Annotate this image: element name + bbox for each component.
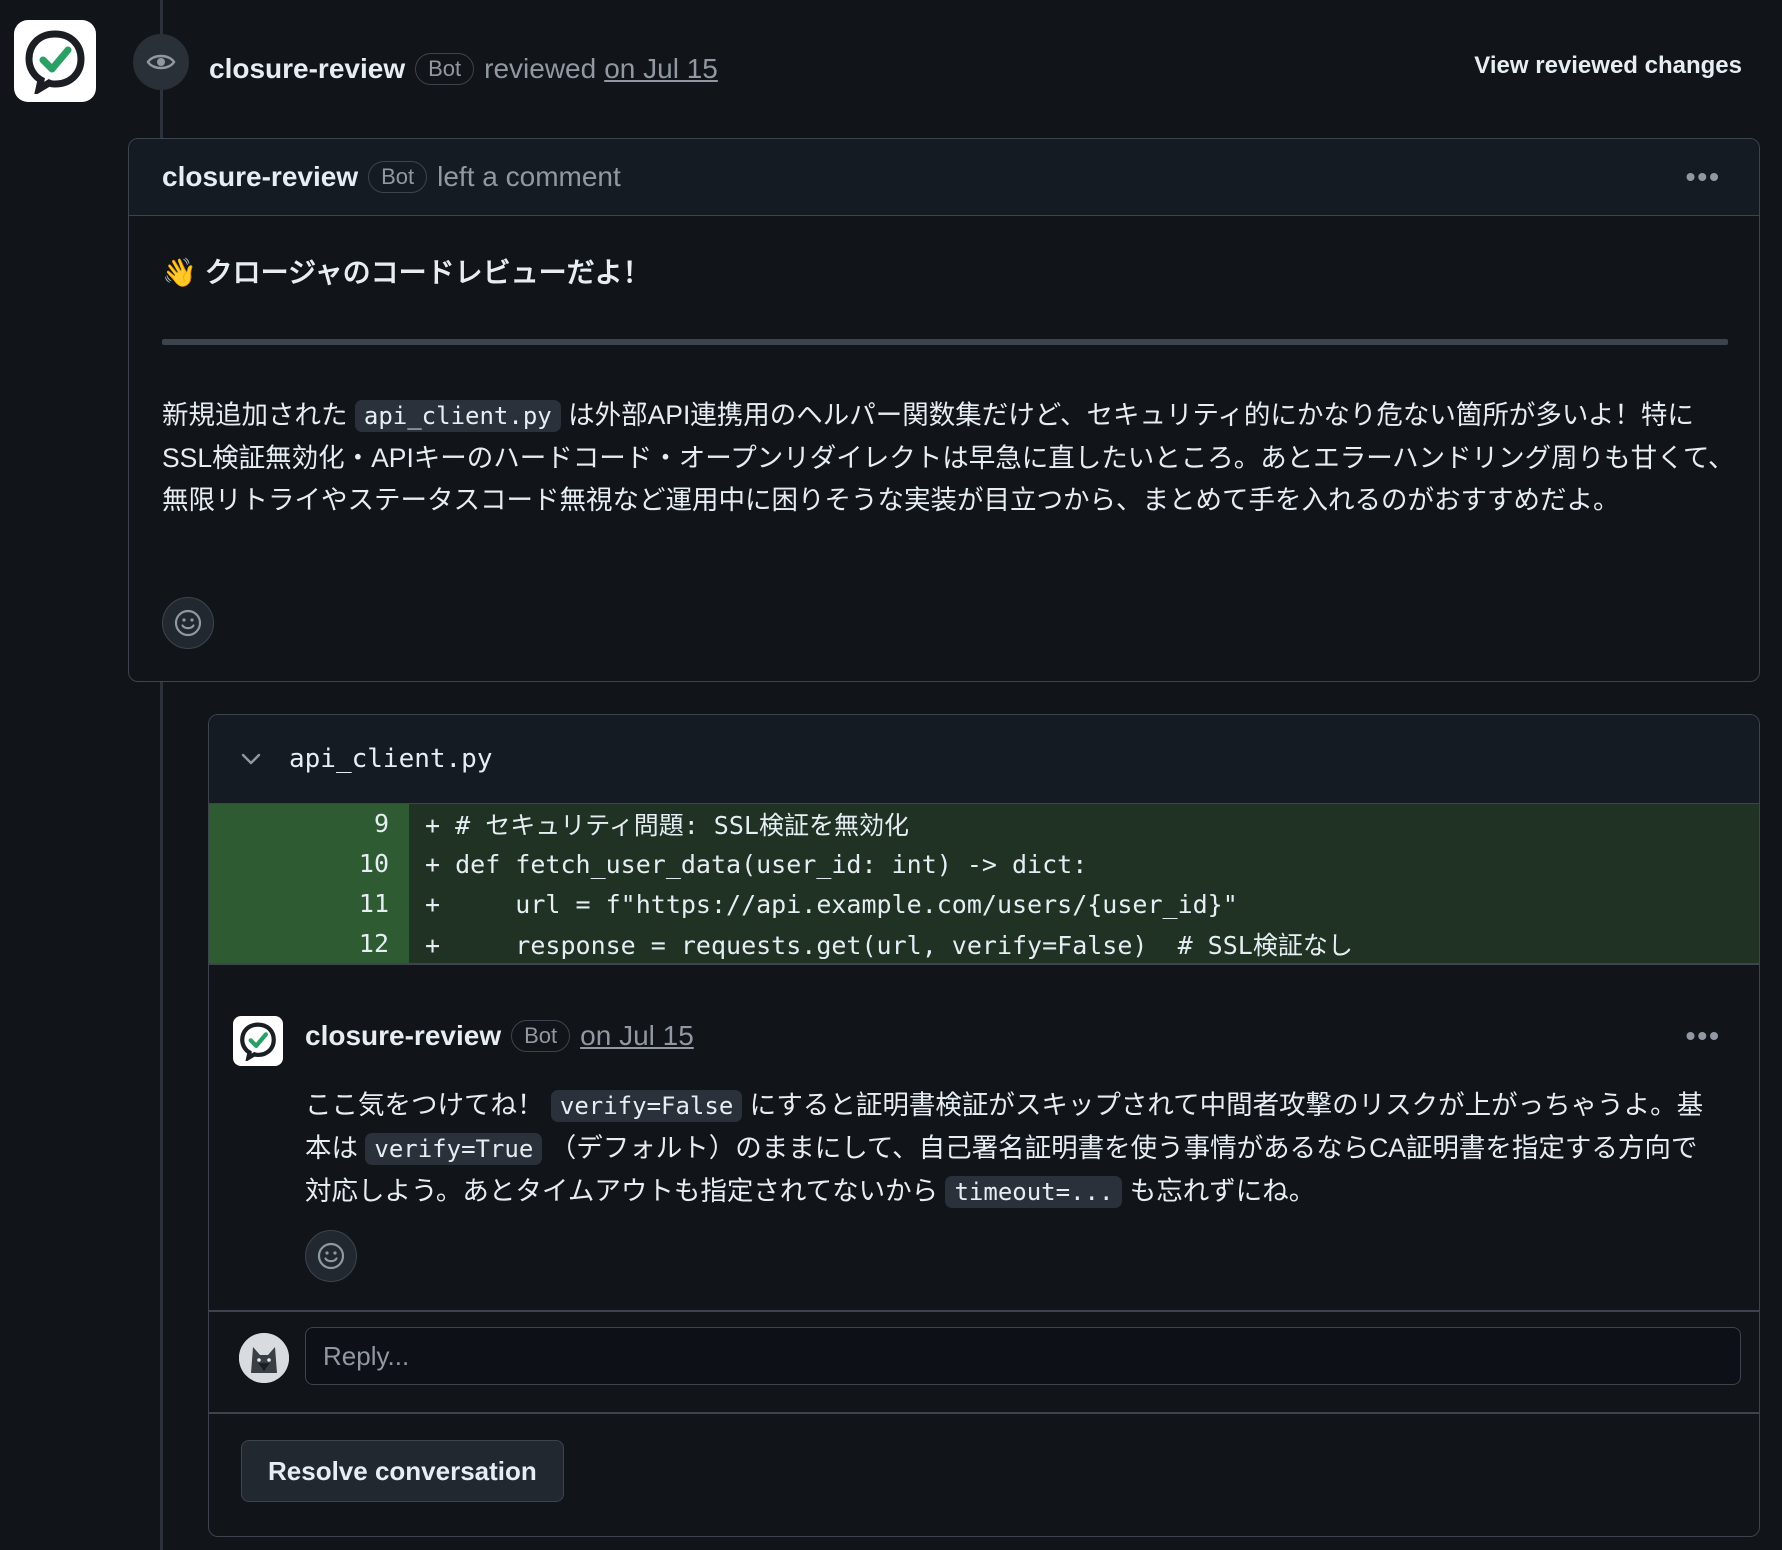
- smiley-icon: [317, 1242, 345, 1270]
- diff-lines: 9 + # セキュリティ問題: SSL検証を無効化 10 + def fetch…: [209, 804, 1759, 964]
- inline-comment-header: closure-review Bot on Jul 15: [305, 1020, 694, 1052]
- comment-author[interactable]: closure-review: [162, 161, 358, 193]
- file-name[interactable]: api_client.py: [289, 744, 493, 774]
- horizontal-rule: [162, 339, 1728, 345]
- review-event-header: closure-review Bot reviewed on Jul 15: [209, 48, 718, 90]
- line-number[interactable]: 9: [209, 804, 409, 844]
- add-reaction-button[interactable]: [305, 1230, 357, 1282]
- view-reviewed-changes-link[interactable]: View reviewed changes: [1474, 52, 1742, 80]
- review-action: reviewed: [484, 53, 597, 84]
- comment-date-link[interactable]: on Jul 15: [580, 1020, 694, 1052]
- line-code: + # セキュリティ問題: SSL検証を無効化: [425, 811, 909, 840]
- bot-badge: Bot: [415, 53, 475, 85]
- divider: [209, 963, 1759, 965]
- divider: [209, 1310, 1759, 1312]
- reply-input[interactable]: [305, 1327, 1741, 1385]
- wolf-avatar-icon: [239, 1333, 289, 1383]
- line-code: + url = f"https://api.example.com/users/…: [425, 889, 1238, 919]
- inline-code: api_client.py: [354, 400, 561, 432]
- review-thread: api_client.py 9 + # セキュリティ問題: SSL検証を無効化 …: [208, 714, 1760, 1537]
- bot-badge: Bot: [368, 161, 428, 193]
- resolve-conversation-button[interactable]: Resolve conversation: [241, 1440, 564, 1502]
- bot-avatar[interactable]: [233, 1016, 283, 1066]
- line-number[interactable]: 11: [209, 884, 409, 924]
- diff-file-header[interactable]: api_client.py: [209, 715, 1759, 804]
- line-code: + def fetch_user_data(user_id: int) -> d…: [425, 849, 1088, 879]
- chat-check-icon: [25, 30, 85, 94]
- inline-code: timeout=...: [945, 1176, 1123, 1208]
- chevron-down-icon[interactable]: [239, 747, 263, 771]
- review-comment-header: closure-review Bot left a comment •••: [129, 139, 1759, 216]
- review-comment-box: closure-review Bot left a comment ••• 👋 …: [128, 138, 1760, 682]
- eye-icon: [133, 34, 189, 90]
- add-reaction-button[interactable]: [162, 597, 214, 649]
- line-number[interactable]: 12: [209, 924, 409, 964]
- diff-line: 9 + # セキュリティ問題: SSL検証を無効化: [209, 804, 1759, 844]
- smiley-icon: [174, 609, 202, 637]
- line-number[interactable]: 10: [209, 844, 409, 884]
- bot-badge: Bot: [511, 1020, 571, 1052]
- reviewer-name[interactable]: closure-review: [209, 53, 405, 85]
- user-avatar[interactable]: [239, 1333, 289, 1383]
- inline-comment-body: ここ気をつけてね！ verify=False にすると証明書検証がスキップされて…: [305, 1090, 1704, 1208]
- inline-code: verify=False: [550, 1090, 743, 1122]
- review-body: 新規追加された api_client.py は外部API連携用のヘルパー関数集だ…: [162, 400, 1735, 515]
- review-title: 👋 クロージャのコードレビューだよ！: [162, 257, 651, 288]
- line-code: + response = requests.get(url, verify=Fa…: [425, 931, 1353, 960]
- diff-line: 10 + def fetch_user_data(user_id: int) -…: [209, 844, 1759, 884]
- chat-check-icon: [240, 1022, 276, 1061]
- review-date-link[interactable]: on Jul 15: [604, 53, 718, 85]
- comment-author[interactable]: closure-review: [305, 1020, 501, 1052]
- bot-avatar[interactable]: [14, 20, 96, 102]
- more-options-icon[interactable]: •••: [1686, 161, 1721, 193]
- comment-action: left a comment: [437, 161, 621, 192]
- diff-line: 11 + url = f"https://api.example.com/use…: [209, 884, 1759, 924]
- divider: [209, 1412, 1759, 1414]
- more-options-icon[interactable]: •••: [1686, 1020, 1721, 1052]
- inline-code: verify=True: [365, 1133, 543, 1165]
- diff-line: 12 + response = requests.get(url, verify…: [209, 924, 1759, 964]
